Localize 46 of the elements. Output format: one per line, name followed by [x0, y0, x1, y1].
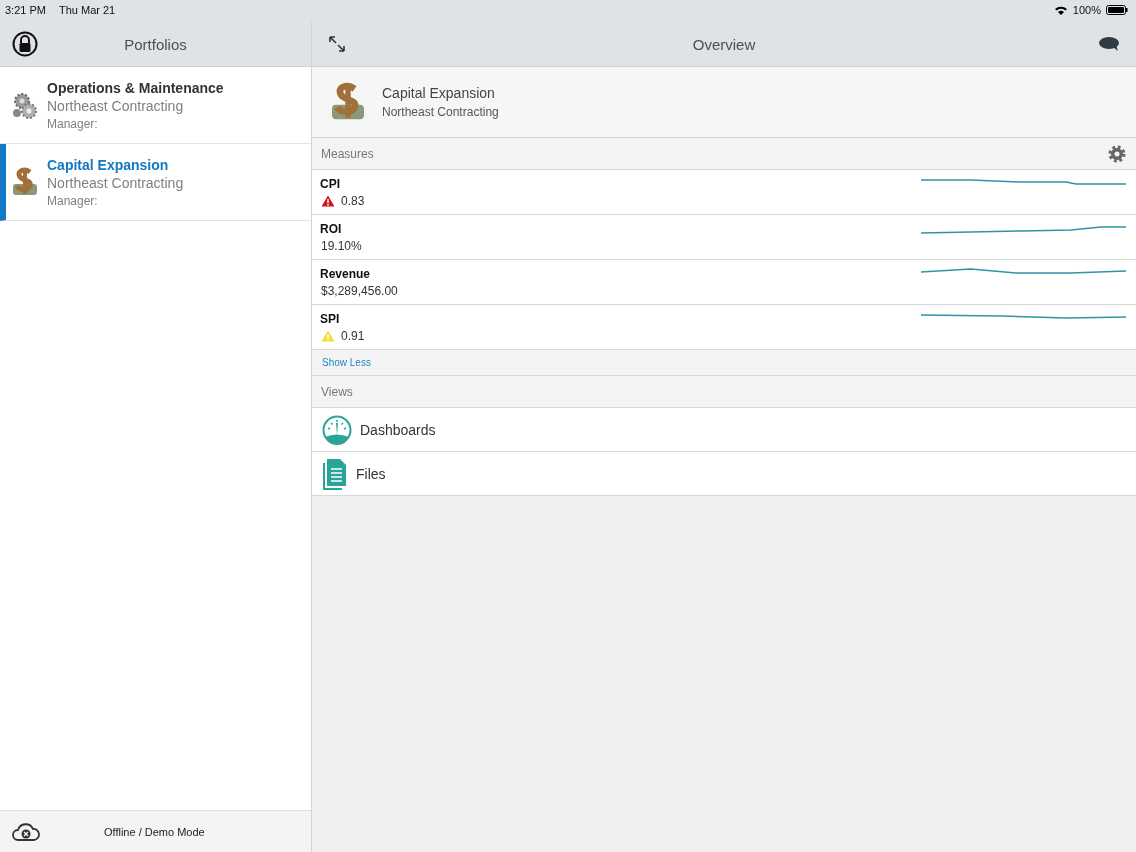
- measure-value: 19.10%: [321, 239, 362, 253]
- portfolio-title: Capital Expansion: [47, 156, 170, 173]
- sidebar-title: Portfolios: [124, 35, 187, 53]
- settings-icon[interactable]: [1107, 143, 1127, 164]
- lock-icon[interactable]: [12, 31, 38, 57]
- document-icon: [322, 457, 348, 490]
- wifi-icon: [1053, 5, 1068, 15]
- view-item[interactable]: Dashboards: [312, 408, 1136, 452]
- battery-percent: 100%: [1072, 4, 1101, 16]
- view-item[interactable]: Files: [312, 452, 1136, 496]
- measure-name: ROI: [320, 222, 343, 236]
- measure-value: 0.91: [341, 329, 365, 343]
- cloud-offline-icon[interactable]: [12, 821, 40, 842]
- page-title: Overview: [692, 35, 756, 53]
- portfolio-title: Capital Expansion: [382, 85, 496, 101]
- measure-name: Revenue: [320, 267, 372, 281]
- portfolio-title: Operations & Maintenance: [47, 79, 224, 96]
- money-icon: [10, 166, 40, 198]
- measure-row[interactable]: CPI 0.83: [312, 170, 1136, 215]
- measure-name: CPI: [320, 177, 341, 191]
- view-label: Dashboards: [360, 421, 436, 438]
- battery-icon: [1106, 5, 1128, 15]
- gauge-icon: [322, 414, 352, 445]
- section-title: Views: [321, 384, 353, 399]
- portfolio-company: Northeast Contracting: [382, 105, 499, 119]
- measure-name: SPI: [320, 312, 341, 326]
- expand-icon[interactable]: [328, 35, 346, 53]
- chat-bubble-icon[interactable]: [1098, 36, 1120, 52]
- portfolio-company: Northeast Contracting: [47, 97, 185, 114]
- status-time: 3:21 PM: [5, 4, 46, 16]
- portfolio-manager: Manager:: [47, 193, 99, 208]
- warning-icon: [321, 195, 335, 207]
- measure-value: $3,289,456.00: [321, 284, 398, 298]
- measure-row[interactable]: ROI 19.10%: [312, 215, 1136, 260]
- status-date: Thu Mar 21: [58, 4, 116, 16]
- portfolio-company: Northeast Contracting: [47, 174, 184, 191]
- warning-icon: [321, 330, 335, 342]
- portfolio-manager: Manager:: [47, 116, 99, 131]
- show-less-link[interactable]: Show Less: [322, 357, 371, 368]
- measure-row[interactable]: Revenue $3,289,456.00: [312, 260, 1136, 305]
- measure-row[interactable]: SPI 0.91: [312, 305, 1136, 350]
- view-label: Files: [356, 465, 386, 482]
- section-title: Measures: [321, 146, 374, 161]
- portfolio-item[interactable]: Operations & Maintenance Northeast Contracting Manager:: [0, 67, 311, 144]
- measure-value: 0.83: [341, 194, 365, 208]
- offline-status: Offline / Demo Mode: [104, 825, 205, 838]
